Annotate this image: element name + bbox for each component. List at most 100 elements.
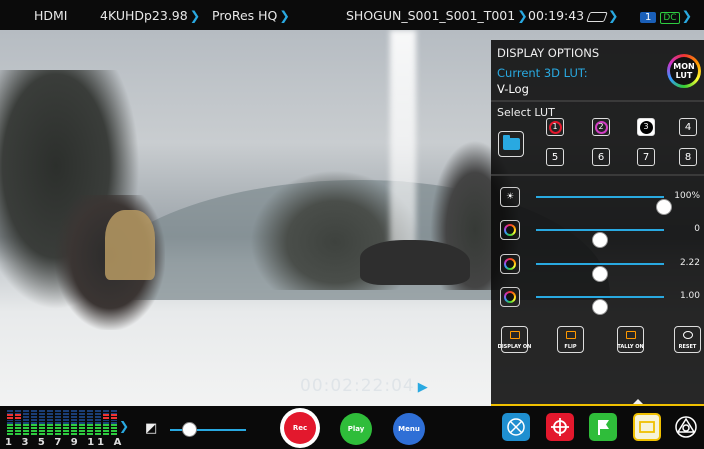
reset-icon [682, 331, 693, 339]
play-button[interactable]: Play [340, 413, 372, 445]
audio-meter [23, 410, 29, 436]
brightness-slider[interactable] [536, 196, 672, 215]
person-yellow-coat [105, 210, 155, 280]
audio-meter [55, 410, 61, 436]
lut-adjust-icon [500, 220, 520, 240]
video-format-label: 4KUHDp23.98 [100, 8, 188, 23]
media-status[interactable]: 1 DC ❯ [640, 8, 692, 24]
lut-folder-button[interactable] [498, 131, 524, 157]
divider [491, 100, 704, 102]
gamma-slider-thumb[interactable] [592, 266, 608, 282]
status-bar: HDMI 4KUHDp23.98 ❯ ProRes HQ ❯ SHOGUN_S001… [0, 0, 704, 30]
lut-slot-3-label: 3 [643, 122, 649, 131]
waveform-monitor-button[interactable] [502, 413, 530, 441]
audio-channel-labels: 1 3 5 7 9 11 A [5, 437, 125, 448]
remaining-time: 00:19:43 [528, 8, 585, 23]
gamma-icon [500, 254, 520, 274]
scope-icon [507, 418, 525, 436]
mon-lut-button[interactable]: MON LUT [667, 54, 701, 88]
chevron-right-icon: ▶ [417, 380, 429, 395]
gain-value: 1.00 [679, 291, 700, 301]
fountain-rock [360, 240, 470, 285]
gain-icon [500, 287, 520, 307]
folder-icon [502, 135, 520, 150]
menu-button[interactable]: Menu [393, 413, 425, 445]
flag-icon [598, 420, 609, 435]
codec-setting[interactable]: ProRes HQ ❯ [212, 8, 290, 23]
video-format[interactable]: 4KUHDp23.98 ❯ [100, 8, 200, 23]
lut-adjust-slider-thumb[interactable] [592, 232, 608, 248]
gain-slider[interactable] [536, 296, 664, 315]
tally-icon [625, 331, 636, 339]
gamma-slider[interactable] [536, 263, 664, 282]
lut-slot-2[interactable]: 2 [592, 118, 610, 136]
display-options-button[interactable] [633, 413, 661, 441]
bottom-toolbar: 1 3 5 7 9 11 A ❯ ◩ Rec Play Menu [0, 406, 704, 449]
lut-slot-1-label: 1 [552, 122, 558, 131]
input-source[interactable]: HDMI [34, 8, 68, 23]
mon-lut-label-bottom: LUT [675, 71, 693, 80]
panel-title: DISPLAY OPTIONS [497, 46, 600, 60]
filename-label: SHOGUN_S001_S001_T001 [346, 8, 516, 23]
gain-slider-thumb[interactable] [592, 299, 608, 315]
headphone-icon: ◩ [145, 421, 158, 436]
tag-button[interactable] [589, 413, 617, 441]
brightness-slider-thumb[interactable] [656, 199, 672, 215]
lut-slot-5-label: 5 [551, 151, 559, 163]
tally-on-button[interactable]: TALLY ON [617, 326, 644, 353]
audio-meter [63, 410, 69, 436]
gamma-slider-row: 2.22 [491, 253, 704, 282]
gamma-value: 2.22 [679, 258, 700, 268]
lut-adjust-slider-row: 0 [491, 219, 704, 248]
flip-label: FLIP [564, 344, 577, 350]
reset-label: RESET [678, 344, 697, 350]
audio-meter [95, 410, 101, 436]
lut-slot-4[interactable]: 4 [679, 118, 697, 136]
mon-lut-label-top: MON [673, 62, 695, 71]
display-on-button[interactable]: DISPLAY ON [498, 326, 531, 353]
lut-slot-7-label: 7 [642, 151, 650, 163]
divider [491, 174, 704, 176]
audio-meter [7, 410, 13, 436]
lut-slot-6[interactable]: 6 [592, 148, 610, 166]
chevron-right-icon: ❯ [279, 8, 290, 23]
lut-slot-1-ring: 1 [548, 120, 562, 134]
lut-slot-2-ring: 2 [594, 120, 608, 134]
reset-button[interactable]: RESET [674, 326, 701, 353]
lut-slot-6-label: 6 [597, 151, 605, 163]
chevron-right-icon: ❯ [608, 8, 619, 23]
dc-power-icon: DC [660, 12, 680, 24]
chevron-right-icon: ❯ [517, 8, 528, 23]
headphone-volume-thumb[interactable] [182, 422, 197, 437]
audio-meter [39, 410, 45, 436]
slot-badge: 1 [640, 12, 657, 23]
lut-adjust-slider[interactable] [536, 229, 664, 248]
current-lut-label: Current 3D LUT: [497, 66, 588, 80]
lut-slot-3[interactable]: 3 [637, 118, 655, 136]
focus-peaking-button[interactable] [546, 413, 574, 441]
flip-icon [565, 331, 576, 339]
flip-button[interactable]: FLIP [557, 326, 584, 353]
lut-slot-5[interactable]: 5 [546, 148, 564, 166]
audio-meters[interactable] [7, 410, 117, 436]
brightness-slider-row: ☀ 100% [491, 186, 704, 215]
fountain-spray [390, 30, 416, 260]
audio-meter [71, 410, 77, 436]
display-options-panel: DISPLAY OPTIONS Current 3D LUT: V-Log MO… [491, 40, 704, 410]
display-icon [639, 421, 655, 433]
atomos-logo-button[interactable] [672, 413, 700, 441]
chevron-right-icon[interactable]: ❯ [119, 419, 129, 433]
lut-slot-7[interactable]: 7 [637, 148, 655, 166]
lut-slot-8[interactable]: 8 [679, 148, 697, 166]
slate-control[interactable]: ❯ [586, 8, 619, 23]
brightness-icon: ☀ [500, 187, 520, 207]
audio-meter [103, 410, 109, 436]
crosshair-icon [551, 418, 569, 436]
timecode-overlay[interactable]: 00:02:22:04 ▶ [300, 376, 429, 396]
lut-slot-1[interactable]: 1 [546, 118, 564, 136]
audio-meter [31, 410, 37, 436]
filename[interactable]: SHOGUN_S001_S001_T001 ❯ [346, 8, 528, 23]
audio-meter [87, 410, 93, 436]
record-button[interactable]: Rec [280, 408, 320, 448]
slate-icon [586, 11, 608, 22]
